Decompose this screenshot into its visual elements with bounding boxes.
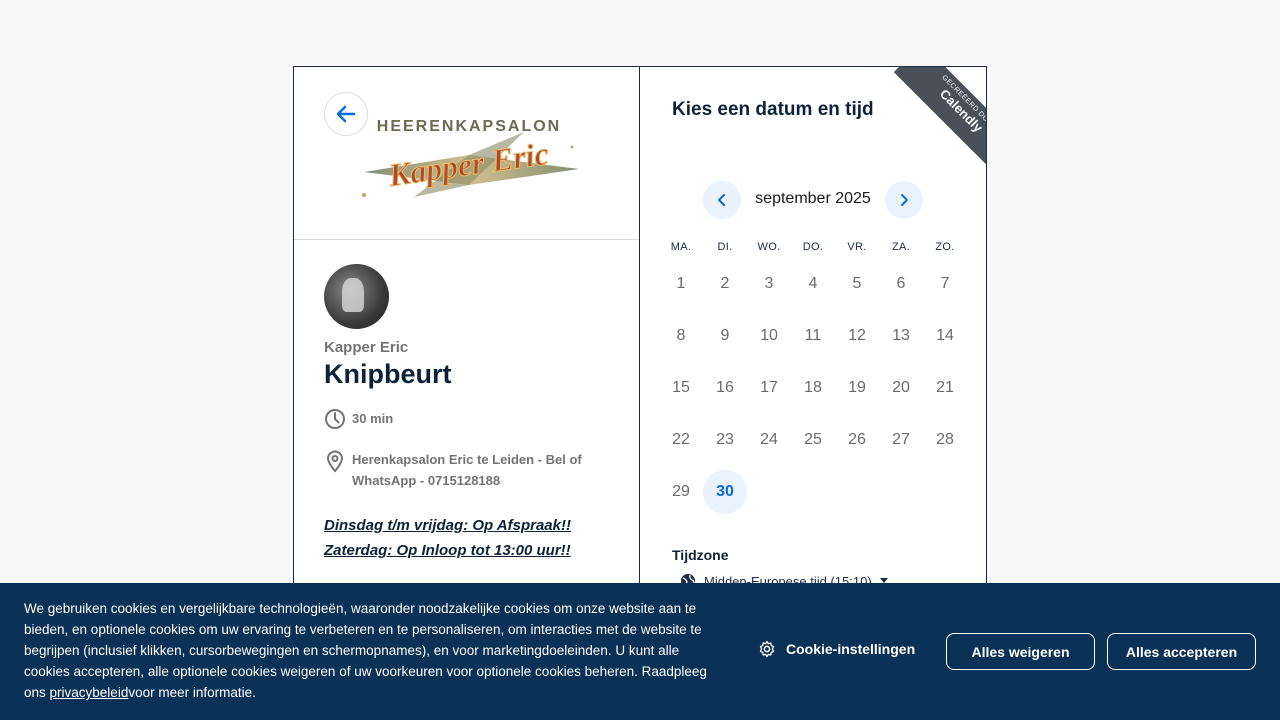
calendar-day: 19 xyxy=(848,379,866,396)
weekday-label: WO. xyxy=(757,241,781,253)
calendar-day: 16 xyxy=(716,379,734,396)
calendar-day: 4 xyxy=(808,275,818,292)
cookie-message: We gebruiken cookies en vergelijkbare te… xyxy=(24,598,714,703)
cookie-settings-button[interactable]: Cookie-instellingen xyxy=(758,640,915,658)
calendar-day: 2 xyxy=(720,275,730,292)
reject-all-button[interactable]: Alles weigeren xyxy=(946,633,1095,670)
company-logo: HEERENKAPSALON Kapper Eric xyxy=(362,118,579,197)
weekday-label: DO. xyxy=(802,241,824,253)
svg-text:HEERENKAPSALON: HEERENKAPSALON xyxy=(377,118,561,135)
calendar-day: 28 xyxy=(936,431,954,448)
cookie-text-after: voor meer informatie. xyxy=(128,685,256,700)
calendar-day: 7 xyxy=(940,275,950,292)
timezone-label: Tijdzone xyxy=(672,547,729,563)
chevron-right-icon xyxy=(901,194,908,206)
calendar-day: 14 xyxy=(936,327,954,344)
chevron-left-icon xyxy=(718,194,725,206)
powered-by-ribbon[interactable]: GECREËERD DOOR Calendly xyxy=(876,67,986,177)
calendar-day: 21 xyxy=(936,379,954,396)
clock-icon xyxy=(324,408,352,435)
calendar-day: 8 xyxy=(676,327,686,344)
calendar-day: 25 xyxy=(804,431,822,448)
calendar-day: 26 xyxy=(848,431,866,448)
gear-icon xyxy=(759,640,775,658)
logo-area: HEERENKAPSALON Kapper Eric xyxy=(294,67,639,240)
month-label: september 2025 xyxy=(755,190,871,207)
next-month-button[interactable] xyxy=(885,181,923,219)
calendar-day: 3 xyxy=(764,275,774,292)
weekday-label: ZA. xyxy=(891,241,910,253)
calendar-day: 29 xyxy=(672,483,690,500)
month-navigation: september 2025 xyxy=(640,181,986,219)
prev-month-button[interactable] xyxy=(703,181,741,219)
calendar-day: 27 xyxy=(892,431,910,448)
calendar-day: 23 xyxy=(716,431,734,448)
accept-all-button[interactable]: Alles accepteren xyxy=(1107,633,1256,670)
duration-text: 30 min xyxy=(352,411,394,426)
weekday-label: DI. xyxy=(717,241,733,253)
location-pin-icon xyxy=(324,449,352,478)
privacy-policy-link[interactable]: privacybeleid xyxy=(50,685,129,700)
host-name: Kapper Eric xyxy=(324,339,409,356)
note-line-2: Zaterdag: Op Inloop tot 13:00 uur!! xyxy=(324,542,571,559)
booking-card: HEERENKAPSALON Kapper Eric Kapper Eric K… xyxy=(293,66,987,626)
weekday-label: MA. xyxy=(670,241,692,253)
weekday-label: VR. xyxy=(847,241,867,253)
calendar-day: 5 xyxy=(852,275,862,292)
calendar-day: 15 xyxy=(672,379,690,396)
opening-note: Dinsdag t/m vrijdag: Op Afspraak!! Zater… xyxy=(324,513,609,563)
location-row: Herenkapsalon Eric te Leiden - Bel of Wh… xyxy=(324,449,609,491)
selected-day[interactable]: 30 xyxy=(703,470,747,514)
note-line-1: Dinsdag t/m vrijdag: Op Afspraak!! xyxy=(324,517,571,534)
calendar-day: 17 xyxy=(760,379,778,396)
calendar-day: 13 xyxy=(892,327,910,344)
calendar-day: 22 xyxy=(672,431,690,448)
calendar-day: 1 xyxy=(676,275,686,292)
calendar-day: 20 xyxy=(892,379,910,396)
calendar-day: 24 xyxy=(760,431,778,448)
calendar-day: 9 xyxy=(720,327,730,344)
ribbon-band: GECREËERD DOOR Calendly xyxy=(893,67,986,177)
calendar-heading: Kies een datum en tijd xyxy=(672,99,874,120)
event-details: Kapper Eric Knipbeurt 30 min Herenkapsal… xyxy=(294,240,639,587)
calendar-day: 12 xyxy=(848,327,866,344)
cookie-banner: We gebruiken cookies en vergelijkbare te… xyxy=(0,583,1280,720)
cookie-settings-label: Cookie-instellingen xyxy=(786,641,916,657)
weekday-label: ZO. xyxy=(935,241,955,253)
calendar-day: 11 xyxy=(804,327,822,344)
event-title: Knipbeurt xyxy=(324,359,452,389)
calendar-day: 6 xyxy=(896,275,906,292)
calendar-day: 18 xyxy=(804,379,822,396)
calendar-panel: Kies een datum en tijd september 2025 MA… xyxy=(640,67,986,625)
duration-row: 30 min xyxy=(324,408,609,435)
calendar-day: 10 xyxy=(760,327,778,344)
host-avatar xyxy=(324,264,389,329)
event-details-panel: HEERENKAPSALON Kapper Eric Kapper Eric K… xyxy=(294,67,640,625)
location-text: Herenkapsalon Eric te Leiden - Bel of Wh… xyxy=(352,452,582,488)
